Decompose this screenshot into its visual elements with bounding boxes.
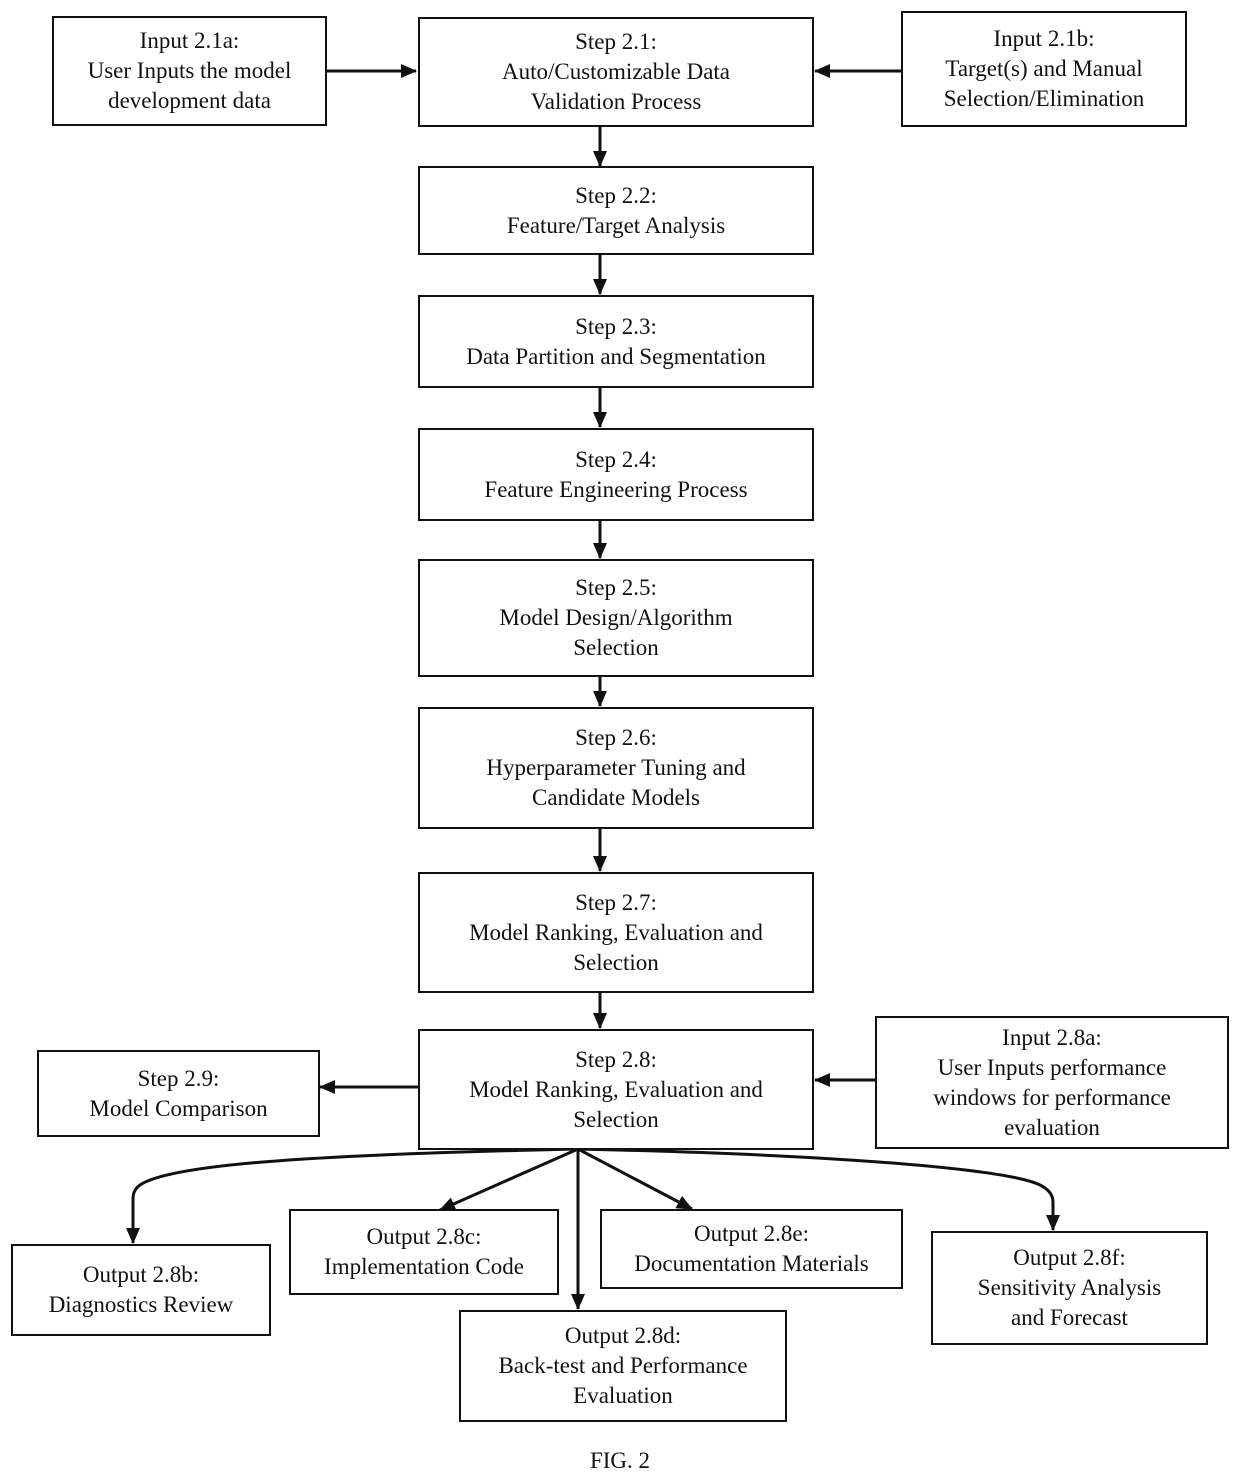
input-2-1a-line: User Inputs the model: [87, 58, 292, 83]
step-2-8-title: Step 2.8:: [575, 1046, 657, 1072]
output-2-8c-box: Output 2.8c: Implementation Code: [289, 1209, 559, 1295]
step-2-6-line: Hyperparameter Tuning and: [486, 755, 746, 780]
step-2-6-box: Step 2.6: Hyperparameter Tuning and Cand…: [418, 707, 814, 829]
step-2-2-box: Step 2.2: Feature/Target Analysis: [418, 166, 814, 255]
step-2-4-line: Feature Engineering Process: [484, 476, 748, 502]
step-2-1-title: Step 2.1:: [575, 29, 657, 54]
output-2-8c-line: Implementation Code: [324, 1254, 524, 1279]
input-2-8a-line: windows for performance: [933, 1084, 1171, 1110]
step-2-7-box: Step 2.7: Model Ranking, Evaluation and …: [418, 872, 814, 993]
input-2-1b-line: Selection/Elimination: [943, 86, 1145, 111]
step-2-8-line: Model Ranking, Evaluation and: [469, 1076, 763, 1102]
output-2-8c-title: Output 2.8c:: [366, 1224, 482, 1249]
edge-step-2-8-to-output-2-8c: [439, 1147, 579, 1212]
input-2-8a-line: evaluation: [1004, 1114, 1100, 1140]
step-2-9-title: Step 2.9:: [137, 1065, 220, 1091]
output-2-8e-title: Output 2.8e:: [694, 1221, 809, 1246]
output-2-8b-title: Output 2.8b:: [82, 1262, 200, 1287]
step-2-2-line: Feature/Target Analysis: [506, 212, 726, 238]
output-2-8e-line: Documentation Materials: [634, 1251, 869, 1276]
input-2-1b-line: Target(s) and Manual: [945, 56, 1143, 81]
step-2-1-box: Step 2.1: Auto/Customizable Data Validat…: [418, 17, 814, 127]
input-2-1b-title: Input 2.1b:: [993, 26, 1095, 51]
output-2-8d-box: Output 2.8d: Back-test and Performance E…: [459, 1310, 787, 1422]
input-2-8a-title: Input 2.8a:: [1002, 1024, 1102, 1050]
step-2-8-line: Selection: [573, 1106, 659, 1132]
edge-step-2-8-to-output-2-8e: [577, 1147, 693, 1211]
step-2-3-box: Step 2.3: Data Partition and Segmentatio…: [418, 295, 814, 388]
output-2-8b-box: Output 2.8b: Diagnostics Review: [11, 1244, 271, 1336]
output-2-8d-title: Output 2.8d:: [564, 1323, 682, 1348]
step-2-7-line: Selection: [573, 949, 659, 975]
output-2-8d-line: Evaluation: [573, 1383, 673, 1408]
output-2-8f-title: Output 2.8f:: [1013, 1245, 1126, 1270]
input-2-1a-line: development data: [108, 88, 271, 113]
step-2-7-title: Step 2.7:: [575, 889, 657, 915]
step-2-2-title: Step 2.2:: [575, 182, 657, 208]
step-2-5-line: Model Design/Algorithm: [499, 605, 733, 630]
input-2-8a-box: Input 2.8a: User Inputs performance wind…: [875, 1016, 1229, 1149]
step-2-8-box: Step 2.8: Model Ranking, Evaluation and …: [418, 1029, 814, 1150]
step-2-4-box: Step 2.4: Feature Engineering Process: [418, 428, 814, 521]
step-2-5-box: Step 2.5: Model Design/Algorithm Selecti…: [418, 559, 814, 677]
step-2-6-line: Candidate Models: [532, 785, 700, 810]
output-2-8e-box: Output 2.8e: Documentation Materials: [600, 1209, 903, 1289]
step-2-9-box: Step 2.9: Model Comparison: [37, 1050, 320, 1137]
step-2-1-line: Validation Process: [530, 89, 702, 114]
output-2-8f-line: and Forecast: [1011, 1305, 1128, 1330]
step-2-4-title: Step 2.4:: [575, 446, 657, 472]
input-2-1a-box: Input 2.1a: User Inputs the model develo…: [52, 16, 327, 126]
output-2-8f-line: Sensitivity Analysis: [977, 1275, 1162, 1300]
output-2-8b-line: Diagnostics Review: [48, 1292, 234, 1317]
step-2-1-line: Auto/Customizable Data: [501, 59, 731, 84]
step-2-5-line: Selection: [573, 635, 659, 660]
step-2-9-line: Model Comparison: [89, 1095, 268, 1121]
step-2-6-title: Step 2.6:: [575, 725, 657, 750]
input-2-1b-box: Input 2.1b: Target(s) and Manual Selecti…: [901, 11, 1187, 127]
input-2-1a-title: Input 2.1a:: [139, 28, 240, 53]
step-2-3-line: Data Partition and Segmentation: [466, 343, 766, 369]
step-2-5-title: Step 2.5:: [575, 575, 657, 600]
output-2-8d-line: Back-test and Performance: [498, 1353, 748, 1378]
figure-caption: FIG. 2: [589, 1448, 651, 1473]
step-2-3-title: Step 2.3:: [575, 313, 657, 339]
output-2-8f-box: Output 2.8f: Sensitivity Analysis and Fo…: [931, 1231, 1208, 1345]
input-2-8a-line: User Inputs performance: [937, 1054, 1167, 1080]
step-2-7-line: Model Ranking, Evaluation and: [469, 919, 763, 945]
